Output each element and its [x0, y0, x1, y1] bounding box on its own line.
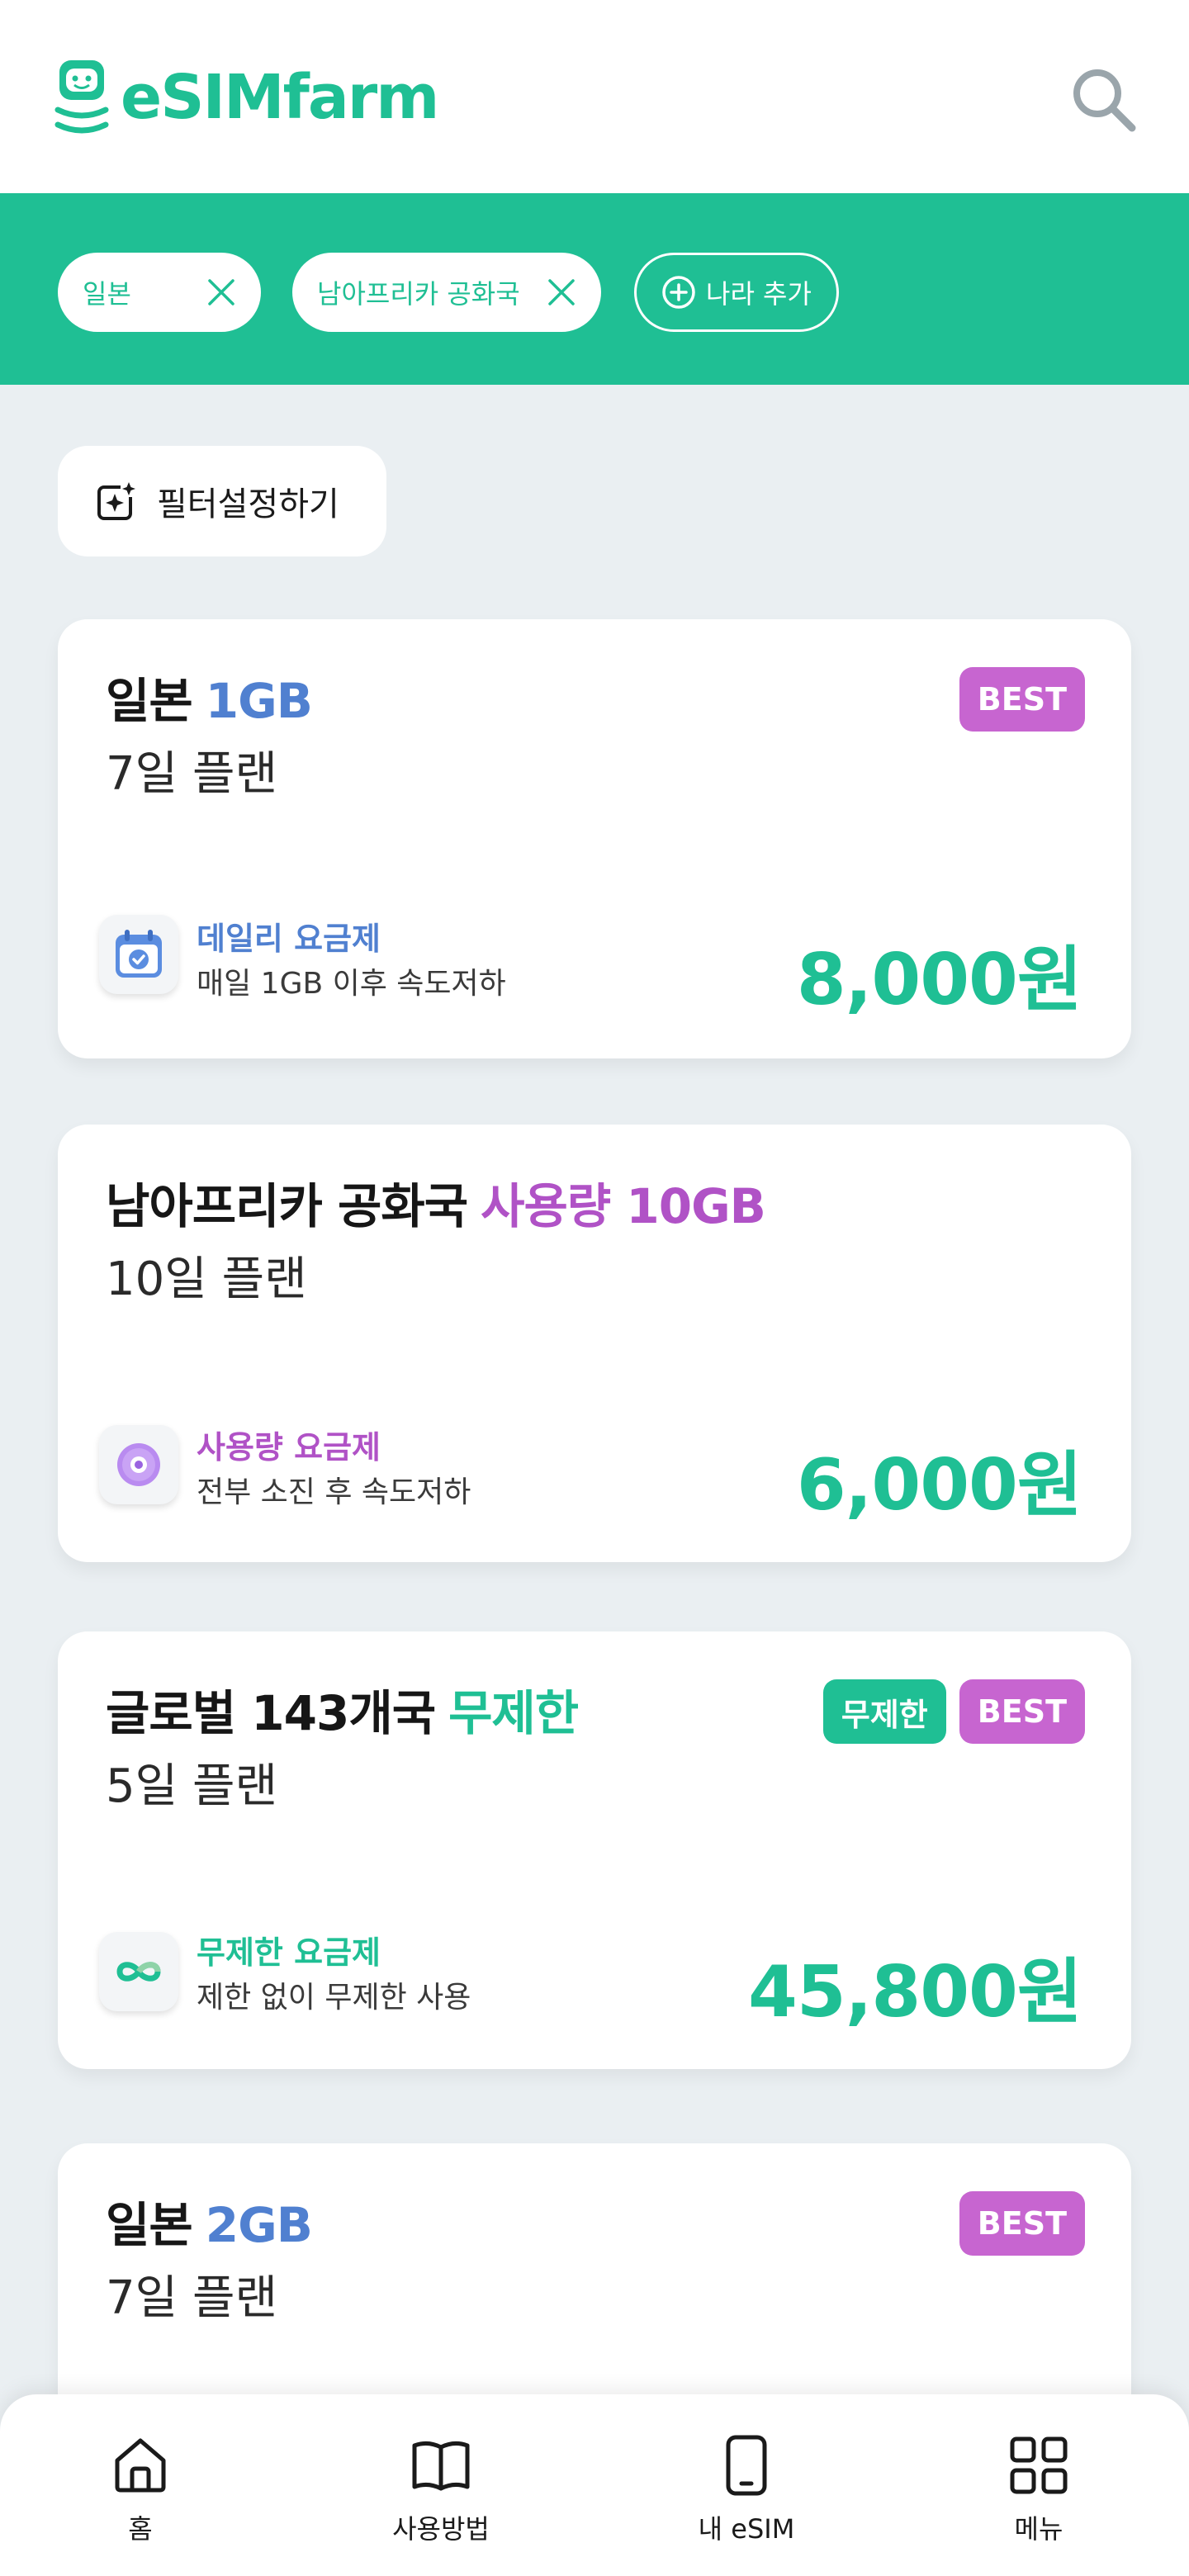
plan-title: 일본 2GB — [106, 2186, 313, 2256]
sparkle-filter-icon — [97, 481, 137, 520]
app-header: eSIMfarm — [0, 0, 1189, 193]
plan-card[interactable]: 글로벌 143개국 무제한 5일 플랜 무제한 BEST 무제한 요금제 제한 없… — [58, 1631, 1131, 2069]
nav-label: 내 eSIM — [698, 2513, 795, 2545]
plan-badges: BEST — [959, 2191, 1085, 2256]
country-filter-bar: 일본 남아프리카 공화국 나라 추가 — [0, 193, 1189, 385]
best-badge: BEST — [959, 667, 1085, 732]
logo-wordmark: eSIMfarm — [121, 62, 439, 133]
plan-data-amount: 2GB — [205, 2197, 313, 2253]
plan-data-amount: 무제한 — [448, 1685, 579, 1741]
plan-price: 8,000원 — [796, 939, 1082, 1021]
plus-circle-icon — [662, 276, 695, 309]
nav-my-esim[interactable]: 내 eSIM — [664, 2434, 829, 2550]
farmer-mascot-icon — [54, 60, 109, 134]
best-badge: BEST — [959, 2191, 1085, 2256]
infinity-icon — [99, 1932, 178, 2011]
search-button[interactable] — [1063, 59, 1143, 139]
plan-country: 일본 — [106, 673, 193, 729]
plan-duration: 5일 플랜 — [106, 1759, 277, 1813]
plan-country: 남아프리카 공화국 — [106, 1178, 468, 1234]
bottom-navigation: 홈 사용방법 내 eSIM 메뉴 — [0, 2394, 1189, 2576]
plan-duration: 7일 플랜 — [106, 2271, 277, 2325]
plan-type: 사용량 요금제 — [197, 1429, 381, 1466]
data-donut-icon — [99, 1425, 178, 1504]
country-chip-south-africa[interactable]: 남아프리카 공화국 — [292, 253, 601, 332]
plan-badges: 무제한 BEST — [822, 1679, 1085, 1744]
plan-price: 45,800원 — [748, 1951, 1082, 2034]
plan-description: 매일 1GB 이후 속도저하 — [197, 967, 506, 1001]
plan-card[interactable]: 남아프리카 공화국 사용량 10GB 10일 플랜 사용량 요금제 전부 소진 후… — [58, 1125, 1131, 1562]
home-icon — [115, 2438, 166, 2493]
phone-icon — [726, 2435, 767, 2496]
nav-home[interactable]: 홈 — [58, 2434, 223, 2550]
plan-description: 전부 소진 후 속도저하 — [197, 1475, 471, 1509]
best-badge: BEST — [959, 1679, 1085, 1744]
nav-label: 홈 — [128, 2513, 153, 2545]
grid-menu-icon — [1010, 2436, 1068, 2494]
book-icon — [412, 2441, 470, 2491]
close-icon[interactable] — [545, 276, 578, 309]
nav-label: 메뉴 — [1014, 2513, 1063, 2545]
add-country-button[interactable]: 나라 추가 — [634, 253, 839, 332]
nav-label: 사용방법 — [392, 2513, 490, 2545]
plan-badges: BEST — [959, 667, 1085, 732]
search-icon — [1073, 69, 1136, 132]
plan-description: 제한 없이 무제한 사용 — [197, 1981, 471, 2015]
plan-title: 남아프리카 공화국 사용량 10GB — [106, 1167, 766, 1237]
nav-how-to-use[interactable]: 사용방법 — [358, 2434, 523, 2550]
plan-title: 글로벌 143개국 무제한 — [106, 1674, 579, 1744]
country-chip-label: 남아프리카 공화국 — [317, 278, 520, 310]
calendar-icon — [99, 915, 178, 994]
close-icon[interactable] — [205, 276, 238, 309]
plan-data-amount: 1GB — [205, 673, 313, 729]
country-chip-japan[interactable]: 일본 — [58, 253, 261, 332]
filter-settings-button[interactable]: 필터설정하기 — [58, 446, 386, 556]
add-country-label: 나라 추가 — [706, 278, 812, 310]
plan-data-amount: 사용량 10GB — [481, 1178, 766, 1234]
plan-country: 일본 — [106, 2197, 193, 2253]
unlimited-badge: 무제한 — [822, 1679, 946, 1744]
plan-card[interactable]: 일본 1GB 7일 플랜 BEST 데일리 요금제 매일 1GB 이후 속도저하 … — [58, 619, 1131, 1058]
plan-price: 6,000원 — [796, 1444, 1082, 1527]
nav-menu[interactable]: 메뉴 — [956, 2434, 1121, 2550]
plan-title: 일본 1GB — [106, 662, 313, 732]
plan-type: 데일리 요금제 — [197, 921, 381, 957]
esimfarm-logo[interactable]: eSIMfarm — [54, 58, 439, 137]
filter-settings-label: 필터설정하기 — [157, 485, 339, 523]
plan-duration: 7일 플랜 — [106, 747, 277, 801]
plan-duration: 10일 플랜 — [106, 1252, 307, 1306]
country-chip-label: 일본 — [83, 278, 131, 310]
plan-country: 글로벌 143개국 — [106, 1685, 436, 1741]
plan-type: 무제한 요금제 — [197, 1934, 381, 1971]
